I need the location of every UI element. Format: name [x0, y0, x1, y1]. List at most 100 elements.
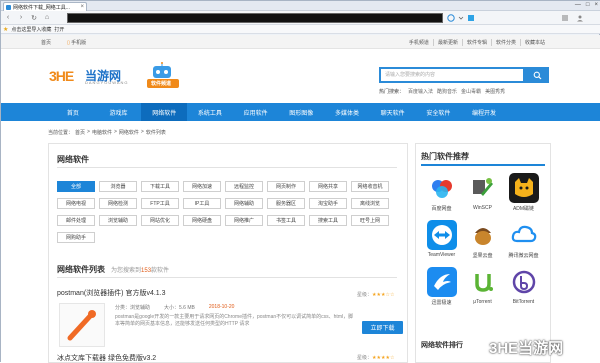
maximize-button[interactable]: □: [586, 2, 590, 8]
mobile-label: 手机版: [71, 40, 87, 46]
tab-close-icon[interactable]: ×: [80, 4, 86, 10]
tag[interactable]: 淘宝助手: [309, 198, 347, 209]
nav-item-games[interactable]: 游戏库: [96, 103, 142, 121]
topbar-link[interactable]: 最新更新: [432, 39, 462, 46]
back-button[interactable]: ‹: [3, 13, 13, 23]
tag[interactable]: 网站优化: [141, 215, 179, 226]
app-tile[interactable]: 坚果云盘: [462, 220, 503, 259]
dropdown-icon[interactable]: [457, 14, 465, 22]
tag[interactable]: 服务器区: [267, 198, 305, 209]
minimize-button[interactable]: —: [575, 2, 581, 8]
hot-search-term[interactable]: 酷狗音乐: [437, 88, 457, 95]
site-logo[interactable]: 3HE 当游网 DANGYOUWANG 软件频道: [49, 60, 199, 90]
tag[interactable]: 书签工具: [267, 215, 305, 226]
tag[interactable]: 网络辅助: [225, 198, 263, 209]
tag[interactable]: 远程监控: [225, 181, 263, 192]
item-meta: 分类：浏览辅助 大小：5.6 MB 2018-10-20: [115, 304, 234, 311]
app-tile[interactable]: WinSCP: [462, 173, 503, 212]
menu-icon[interactable]: [561, 14, 569, 22]
security-icon[interactable]: [467, 14, 475, 22]
bookmarks-bar: ★ 点击这里导入收藏 打开: [1, 25, 600, 34]
topbar-link[interactable]: 手机频道: [405, 39, 433, 46]
breadcrumb-sep: >: [87, 129, 90, 135]
download-button[interactable]: 立即下载: [362, 321, 403, 334]
tab-title: 网络软件下载_网络工具...: [13, 4, 70, 11]
hot-search-term[interactable]: 百度输入法: [408, 88, 433, 95]
tag[interactable]: 离线浏览: [351, 198, 389, 209]
category-divider: [57, 167, 397, 168]
nav-item-system[interactable]: 系统工具: [187, 103, 233, 121]
item-thumbnail[interactable]: [59, 303, 105, 347]
tag[interactable]: 网络共享: [309, 181, 347, 192]
breadcrumb-link[interactable]: 首页: [75, 129, 85, 136]
topbar-home-link[interactable]: 首页: [41, 39, 51, 46]
recommend-grid: 百度网盘 WinSCP ADM磁链 TeamViewer 坚果云盘 腾讯微云网盘…: [421, 173, 545, 306]
tag[interactable]: 浏览器: [99, 181, 137, 192]
ie-compat-icon[interactable]: [447, 14, 455, 22]
nav-item-graphics[interactable]: 图形图像: [278, 103, 324, 121]
nav-item-network[interactable]: 网络软件: [141, 103, 188, 121]
hot-search-term[interactable]: 美图秀秀: [485, 88, 505, 95]
tag[interactable]: 网络加速: [183, 181, 221, 192]
breadcrumb-sep: >: [140, 129, 144, 135]
tag[interactable]: IP工具: [183, 198, 221, 209]
app-name: μTorrent: [473, 299, 492, 305]
tag[interactable]: FTP工具: [141, 198, 179, 209]
app-tile[interactable]: ADM磁链: [503, 173, 544, 212]
tag[interactable]: 网络电视: [57, 198, 95, 209]
tag[interactable]: 网购助手: [57, 232, 95, 243]
app-name: ADM磁链: [512, 206, 535, 212]
watermark-logo: 3HE当游网: [489, 340, 564, 357]
nav-item-security[interactable]: 安全软件: [416, 103, 462, 121]
tag[interactable]: 网络检测: [99, 198, 137, 209]
tag[interactable]: 搜索工具: [309, 215, 347, 226]
import-open-link[interactable]: 打开: [54, 26, 64, 33]
app-tile[interactable]: 腾讯微云网盘: [503, 220, 544, 259]
tag[interactable]: 下载工具: [141, 181, 179, 192]
item-date: 2018-10-20: [208, 304, 235, 310]
home-button[interactable]: ⌂: [42, 13, 52, 23]
category-title: 网络软件: [57, 155, 89, 164]
reload-button[interactable]: ↻: [29, 13, 39, 23]
breadcrumb-link[interactable]: 电脑软件: [92, 129, 112, 136]
hot-search-term[interactable]: 金山毒霸: [461, 88, 481, 95]
app-tile[interactable]: BitTorrent: [503, 267, 544, 306]
forward-button[interactable]: ›: [16, 13, 26, 23]
topbar-link[interactable]: 软件专辑: [461, 39, 491, 46]
user-icon[interactable]: [576, 14, 584, 22]
item-size: 大小：5.6 MB: [164, 305, 195, 311]
breadcrumb-link[interactable]: 网络软件: [119, 129, 139, 136]
weiyun-icon: [508, 220, 539, 250]
search-button[interactable]: [525, 67, 549, 83]
topbar-mobile-link[interactable]: ▯ 手机版: [67, 39, 86, 46]
item-rating: 星级：★★★☆☆: [357, 292, 395, 298]
app-tile[interactable]: TeamViewer: [421, 220, 462, 259]
app-tile[interactable]: 迅雷极速: [421, 267, 462, 306]
utorrent-icon: [467, 267, 498, 297]
close-window-button[interactable]: ×: [594, 2, 598, 8]
tag[interactable]: 网络推广: [225, 215, 263, 226]
search-icon: [533, 71, 541, 79]
tag[interactable]: 旺号上网: [351, 215, 389, 226]
import-bookmarks-link[interactable]: 点击这里导入收藏: [11, 26, 51, 33]
nav-item-home[interactable]: 首页: [50, 103, 96, 121]
tag[interactable]: 浏览辅助: [99, 215, 137, 226]
nav-item-chat[interactable]: 聊天软件: [370, 103, 416, 121]
address-input[interactable]: [67, 13, 443, 23]
tag[interactable]: 网络硬盘: [183, 215, 221, 226]
tag[interactable]: 邮件处理: [57, 215, 95, 226]
item-title-link[interactable]: postman(浏览器插件) 官方版v4.1.3: [57, 288, 166, 298]
search-input[interactable]: 请输入您要搜索的内容: [379, 67, 525, 83]
tag-all[interactable]: 全部: [57, 181, 95, 192]
topbar-link[interactable]: 软件分类: [490, 39, 520, 46]
nav-item-apps[interactable]: 应用软件: [233, 103, 279, 121]
app-name: 百度网盘: [431, 206, 452, 212]
browser-tab[interactable]: 网络软件下载_网络工具... ×: [3, 2, 87, 11]
nav-item-media[interactable]: 多媒体类: [324, 103, 370, 121]
tag[interactable]: 网络收音机: [351, 181, 389, 192]
nav-item-dev[interactable]: 编程开发: [461, 103, 507, 121]
app-tile[interactable]: 百度网盘: [421, 173, 462, 212]
topbar-link[interactable]: 收藏本站: [519, 39, 549, 46]
app-tile[interactable]: μTorrent: [462, 267, 503, 306]
tag[interactable]: 网页制作: [267, 181, 305, 192]
